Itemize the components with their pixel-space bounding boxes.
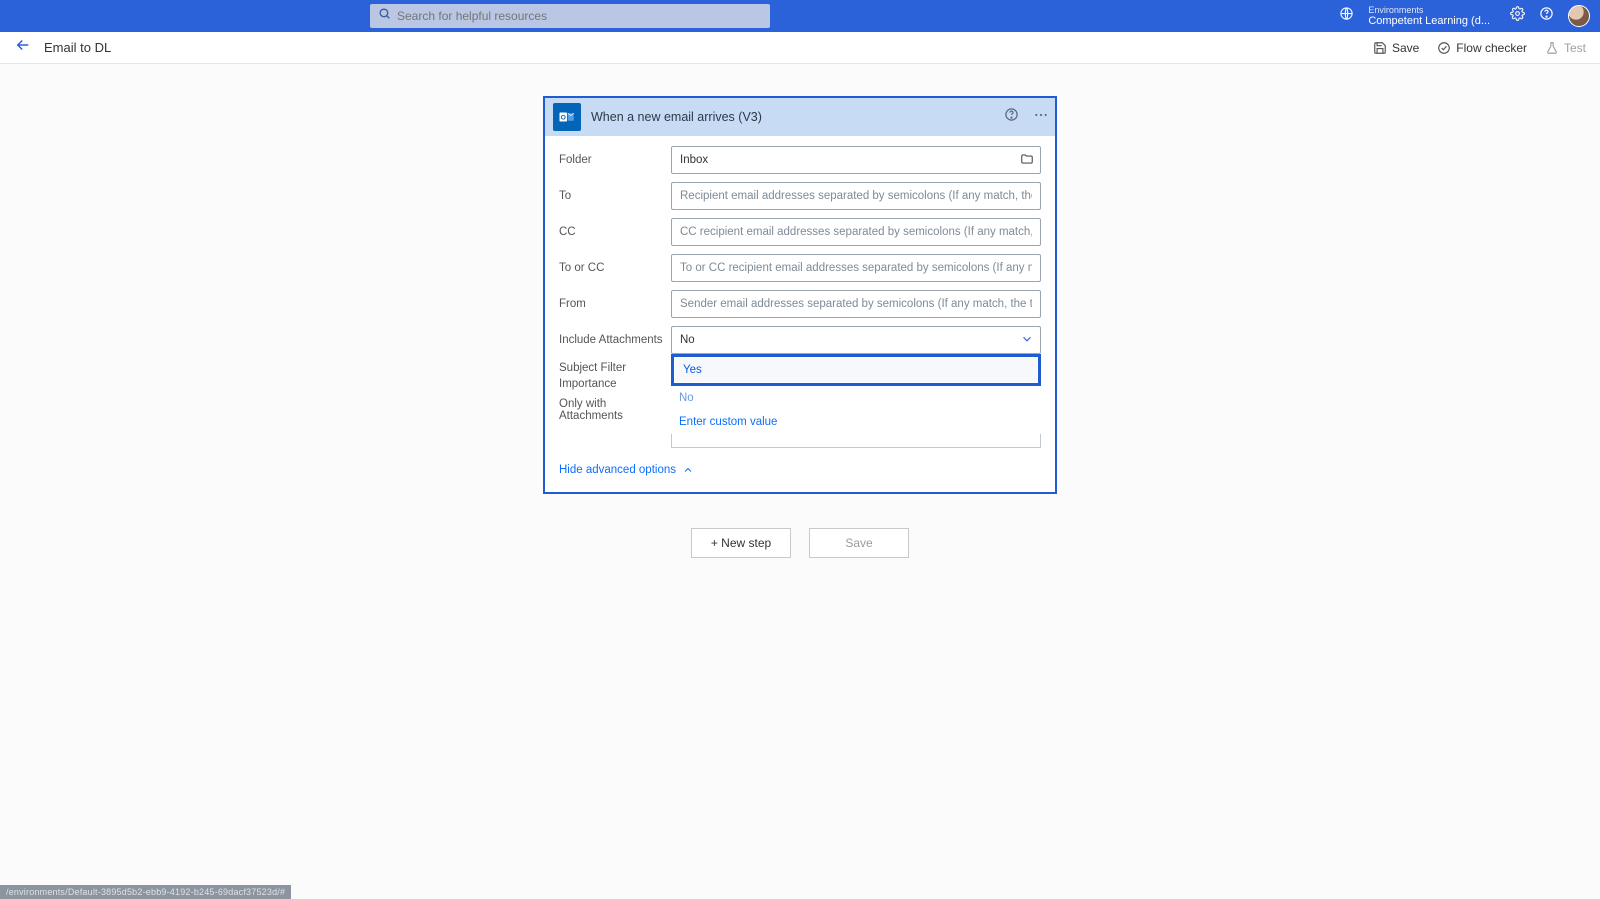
test-flask-icon xyxy=(1545,41,1559,55)
search-input[interactable] xyxy=(397,9,762,23)
dropdown-remainder-box xyxy=(671,434,1041,448)
flow-checker-icon xyxy=(1437,41,1451,55)
include-attachments-value: No xyxy=(680,334,695,346)
environment-label: Environments xyxy=(1368,5,1490,16)
card-title: When a new email arrives (V3) xyxy=(591,110,762,124)
dropdown-option-no[interactable]: No xyxy=(671,386,1041,410)
global-search[interactable] xyxy=(370,4,770,28)
card-more-icon[interactable] xyxy=(1033,107,1049,128)
outlook-icon: O xyxy=(553,103,581,131)
designer-canvas: O When a new email arrives (V3) Folder I… xyxy=(0,64,1600,899)
canvas-actions: + New step Save xyxy=(0,528,1600,558)
include-attachments-label: Include Attachments xyxy=(559,334,671,346)
dropdown-highlight-box: Yes xyxy=(671,354,1041,386)
cc-input[interactable] xyxy=(680,226,1032,238)
card-header[interactable]: O When a new email arrives (V3) xyxy=(545,98,1055,136)
gear-icon[interactable] xyxy=(1510,6,1525,26)
only-attachments-label: Only with Attachments xyxy=(559,398,671,422)
from-label: From xyxy=(559,298,671,310)
flow-checker-button[interactable]: Flow checker xyxy=(1437,41,1527,55)
environments-icon[interactable] xyxy=(1339,6,1354,26)
card-body: Folder Inbox To CC xyxy=(545,136,1055,492)
save-button[interactable]: Save xyxy=(1373,41,1419,55)
environment-selector[interactable]: Environments Competent Learning (d... xyxy=(1368,5,1490,27)
to-label: To xyxy=(559,190,671,202)
toolbar: Email to DL Save Flow checker Test xyxy=(0,32,1600,64)
avatar[interactable] xyxy=(1568,5,1590,27)
svg-text:O: O xyxy=(561,114,566,121)
canvas-save-button[interactable]: Save xyxy=(809,528,909,558)
importance-label: Importance xyxy=(559,378,671,390)
toorcc-label: To or CC xyxy=(559,262,671,274)
dropdown-option-yes[interactable]: Yes xyxy=(675,358,1037,382)
app-header: Environments Competent Learning (d... xyxy=(0,0,1600,32)
help-icon[interactable] xyxy=(1539,6,1554,26)
folder-value: Inbox xyxy=(680,154,708,166)
test-button[interactable]: Test xyxy=(1545,41,1586,55)
cc-label: CC xyxy=(559,226,671,238)
folder-label: Folder xyxy=(559,154,671,166)
to-input-wrap[interactable] xyxy=(671,182,1041,210)
flow-checker-label: Flow checker xyxy=(1456,41,1527,55)
search-icon xyxy=(378,7,391,25)
test-label: Test xyxy=(1564,41,1586,55)
status-bar: /environments/Default-3895d5b2-ebb9-4192… xyxy=(0,885,291,899)
trigger-card[interactable]: O When a new email arrives (V3) Folder I… xyxy=(543,96,1057,494)
save-icon xyxy=(1373,41,1387,55)
from-input-wrap[interactable] xyxy=(671,290,1041,318)
chevron-down-icon xyxy=(1020,332,1034,349)
toorcc-input[interactable] xyxy=(680,262,1032,274)
folder-input[interactable]: Inbox xyxy=(671,146,1041,174)
include-attachments-select[interactable]: No xyxy=(671,326,1041,354)
back-icon[interactable] xyxy=(14,36,32,59)
save-label: Save xyxy=(1392,41,1419,55)
folder-picker-icon[interactable] xyxy=(1020,152,1034,169)
dropdown-option-custom[interactable]: Enter custom value xyxy=(671,410,1041,434)
flow-title: Email to DL xyxy=(44,40,111,55)
new-step-button[interactable]: + New step xyxy=(691,528,791,558)
chevron-up-icon xyxy=(682,464,694,476)
environment-name: Competent Learning (d... xyxy=(1368,16,1490,27)
include-attachments-dropdown: Yes No Enter custom value xyxy=(671,354,1041,448)
card-help-icon[interactable] xyxy=(1004,107,1019,127)
to-input[interactable] xyxy=(680,190,1032,202)
subject-filter-label: Subject Filter xyxy=(559,362,671,374)
cc-input-wrap[interactable] xyxy=(671,218,1041,246)
from-input[interactable] xyxy=(680,298,1032,310)
hide-advanced-options-link[interactable]: Hide advanced options xyxy=(559,464,694,476)
adv-link-text: Hide advanced options xyxy=(559,464,676,476)
toorcc-input-wrap[interactable] xyxy=(671,254,1041,282)
